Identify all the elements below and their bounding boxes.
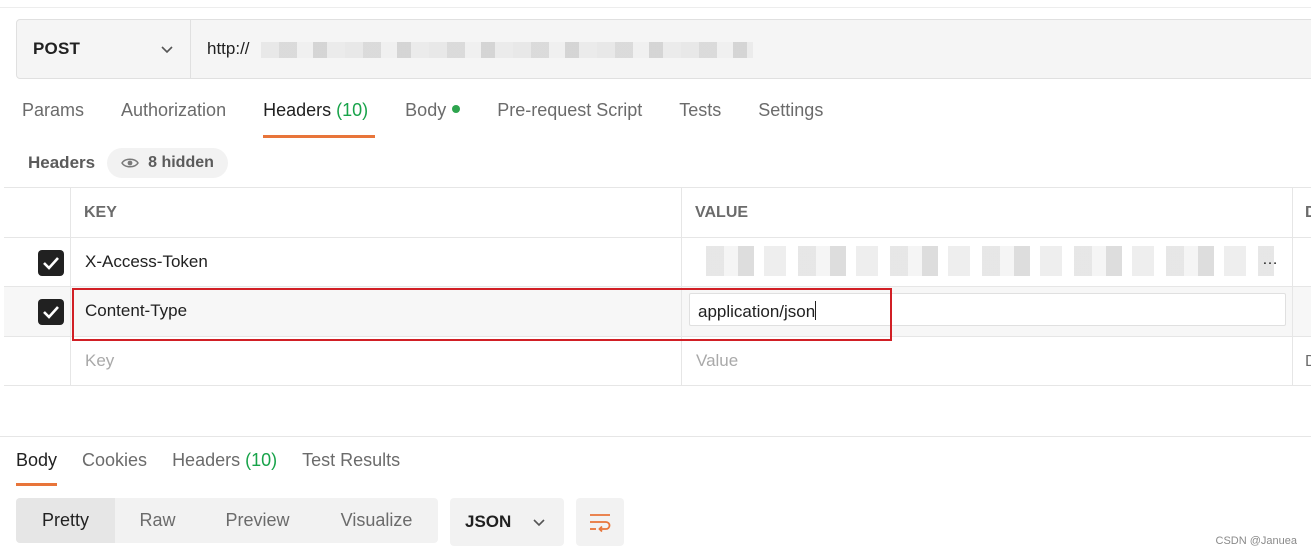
- description-cell[interactable]: D: [1293, 337, 1311, 385]
- response-tab-test-results[interactable]: Test Results: [302, 450, 400, 486]
- url-redacted: [261, 42, 753, 58]
- chevron-down-icon: [533, 519, 545, 527]
- response-divider: [0, 436, 1311, 437]
- value-cell[interactable]: …: [682, 238, 1293, 286]
- tab-label: Cookies: [82, 450, 148, 470]
- tab-label: Body: [405, 100, 447, 120]
- view-mode-label: Preview: [225, 510, 290, 530]
- header-value: application/json: [698, 301, 817, 322]
- key-column-header: KEY: [71, 188, 682, 237]
- tab-authorization[interactable]: Authorization: [121, 100, 226, 138]
- hidden-headers-toggle[interactable]: 8 hidden: [107, 148, 228, 178]
- tab-tests[interactable]: Tests: [679, 100, 721, 138]
- header-enabled-checkbox[interactable]: [38, 250, 64, 276]
- view-mode-pretty[interactable]: Pretty: [16, 498, 115, 543]
- tab-pre-request-script[interactable]: Pre-request Script: [497, 100, 642, 138]
- value-input[interactable]: application/json: [689, 293, 1286, 326]
- tab-label: Body: [16, 450, 58, 470]
- tab-label: Headers: [172, 450, 241, 470]
- text-caret: [815, 301, 817, 320]
- key-cell[interactable]: Content-Type: [71, 287, 682, 336]
- response-tab-cookies[interactable]: Cookies: [82, 450, 147, 486]
- tab-headers[interactable]: Headers (10): [263, 100, 376, 138]
- table-row-new: Key Value D: [4, 337, 1311, 386]
- response-tabs: Body Cookies Headers (10) Test Results: [16, 450, 425, 486]
- value-cell[interactable]: Value: [682, 337, 1293, 385]
- header-enabled-checkbox[interactable]: [38, 299, 64, 325]
- header-value-text: application/json: [698, 302, 816, 321]
- tab-label: Pre-request Script: [497, 100, 643, 120]
- key-header-label: KEY: [84, 204, 117, 221]
- key-cell[interactable]: X-Access-Token: [71, 238, 682, 286]
- description-cell[interactable]: [1293, 238, 1311, 286]
- checkbox-cell: [4, 287, 71, 336]
- format-select[interactable]: JSON: [450, 498, 564, 546]
- header-key: Content-Type: [85, 301, 188, 320]
- checkmark-icon: [43, 257, 59, 270]
- checkmark-icon: [43, 306, 59, 319]
- view-mode-label: Raw: [139, 510, 176, 530]
- description-column-header: D: [1293, 188, 1311, 237]
- tab-body[interactable]: Body: [405, 100, 461, 138]
- table-header-row: KEY VALUE D: [4, 188, 1311, 238]
- tab-label: Headers: [263, 100, 332, 120]
- format-label: JSON: [465, 512, 512, 531]
- value-cell[interactable]: application/json: [682, 287, 1293, 336]
- headers-title: Headers: [28, 153, 96, 172]
- view-mode-raw[interactable]: Raw: [115, 498, 200, 543]
- response-tab-body[interactable]: Body: [16, 450, 58, 486]
- key-placeholder: Key: [85, 351, 115, 370]
- description-cell[interactable]: [1293, 287, 1311, 336]
- tab-label: Authorization: [121, 100, 227, 120]
- headers-subheader: Headers 8 hidden: [28, 148, 228, 178]
- view-mode-label: Pretty: [41, 510, 89, 530]
- value-column-header: VALUE: [682, 188, 1293, 237]
- checkbox-cell: [4, 238, 71, 286]
- method-select[interactable]: POST: [17, 20, 191, 78]
- checkbox-cell: [4, 337, 71, 385]
- request-tabs: Params Authorization Headers (10) Body P…: [22, 100, 860, 140]
- eye-icon: [121, 158, 139, 168]
- key-cell[interactable]: Key: [71, 337, 682, 385]
- description-placeholder: D: [1305, 353, 1311, 370]
- table-row: Content-Type application/json: [4, 287, 1311, 337]
- value-placeholder: Value: [696, 351, 739, 370]
- headers-count: (10): [336, 100, 369, 120]
- tab-params[interactable]: Params: [22, 100, 84, 138]
- response-tab-headers[interactable]: Headers (10): [172, 450, 277, 486]
- view-mode-segmented-control: Pretty Raw Preview Visualize: [16, 498, 438, 543]
- method-label: POST: [33, 39, 81, 58]
- tab-label: Settings: [758, 100, 824, 120]
- tab-label: Tests: [679, 100, 722, 120]
- tab-label: Test Results: [302, 450, 401, 470]
- view-mode-visualize[interactable]: Visualize: [315, 498, 438, 543]
- top-divider: [0, 7, 1311, 8]
- view-mode-label: Visualize: [340, 510, 413, 530]
- headers-table: KEY VALUE D X-Access-Token … Content-Typ…: [4, 187, 1311, 386]
- hidden-count-label: 8 hidden: [148, 154, 214, 171]
- checkbox-column-header: [4, 188, 71, 237]
- tab-label: Params: [22, 100, 85, 120]
- chevron-down-icon: [161, 46, 173, 54]
- description-header-label: D: [1305, 204, 1311, 221]
- url-input[interactable]: http://: [191, 20, 1311, 78]
- wrap-lines-button[interactable]: [576, 498, 624, 546]
- body-indicator-dot: [452, 105, 461, 113]
- wrap-lines-icon: [590, 514, 611, 533]
- value-truncation: …: [1262, 251, 1278, 268]
- tab-settings[interactable]: Settings: [758, 100, 823, 138]
- request-bar: POST http://: [16, 19, 1311, 79]
- watermark: CSDN @Januea: [1215, 535, 1297, 547]
- token-redacted: [694, 246, 1274, 276]
- value-header-label: VALUE: [695, 204, 749, 221]
- url-text: http://: [207, 39, 250, 58]
- header-key: X-Access-Token: [85, 252, 208, 271]
- response-headers-count: (10): [245, 450, 278, 470]
- view-mode-preview[interactable]: Preview: [200, 498, 315, 543]
- table-row: X-Access-Token …: [4, 238, 1311, 287]
